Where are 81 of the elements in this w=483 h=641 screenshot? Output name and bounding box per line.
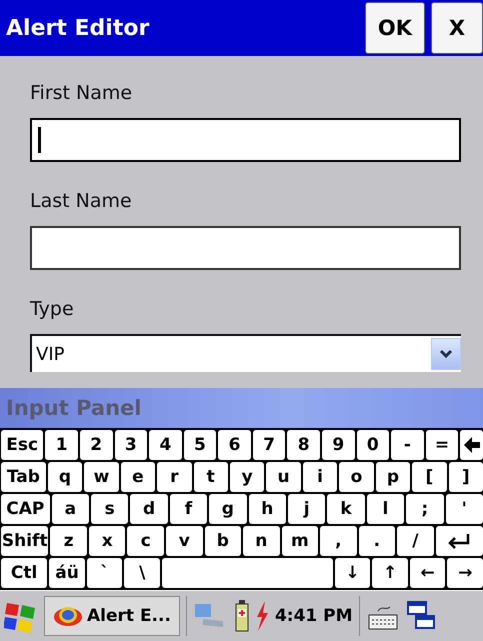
keyboard-key[interactable]: n xyxy=(243,526,280,556)
ok-button[interactable]: OK xyxy=(364,2,425,54)
keyboard-key[interactable]: e xyxy=(120,462,156,492)
keyboard-key[interactable]: ↓ xyxy=(334,558,370,588)
windows-icon[interactable] xyxy=(406,600,436,632)
keyboard-key[interactable]: i xyxy=(302,462,338,492)
keyboard-key[interactable]: j xyxy=(288,494,326,524)
dropdown-button[interactable] xyxy=(431,338,461,370)
keyboard-key[interactable]: p xyxy=(376,462,410,492)
keyboard-key[interactable]: 0 xyxy=(356,430,390,460)
keyboard-key[interactable]: r xyxy=(157,462,192,492)
field-label: First Name xyxy=(30,82,134,104)
chevron-down-icon xyxy=(439,349,453,359)
close-button[interactable]: X xyxy=(431,2,483,54)
keyboard-key[interactable]: o xyxy=(339,462,374,492)
keyboard-key[interactable]: d xyxy=(130,494,168,524)
keyboard-key[interactable]: . xyxy=(358,526,396,556)
keyboard-key[interactable]: \ xyxy=(124,558,160,588)
keyboard-key[interactable]: h xyxy=(248,494,286,524)
keyboard-key[interactable]: Tab xyxy=(1,462,46,492)
text-field[interactable] xyxy=(30,118,461,162)
keyboard-key[interactable]: → xyxy=(447,558,483,588)
keyboard-key[interactable]: 4 xyxy=(149,430,182,460)
keyboard-key[interactable]: = xyxy=(426,430,458,460)
keyboard-key[interactable]: [ xyxy=(412,462,447,492)
keyboard-key[interactable]: x xyxy=(88,526,126,556)
keyboard-key[interactable]: c xyxy=(127,526,164,556)
keyboard-key[interactable]: 7 xyxy=(252,430,286,460)
keyboard-key[interactable]: Esc xyxy=(1,430,44,460)
keyboard-key[interactable]: k xyxy=(327,494,365,524)
input-panel-title: Input Panel xyxy=(6,396,142,420)
keyboard-key[interactable]: 3 xyxy=(114,430,148,460)
field-label: Type xyxy=(30,298,75,320)
window-title: Alert Editor xyxy=(6,16,150,40)
keyboard-key[interactable]: ↑ xyxy=(372,558,408,588)
keyboard-key[interactable]: ] xyxy=(448,462,483,492)
keyboard-key[interactable]: Ctl xyxy=(1,558,48,588)
keyboard-key[interactable]: ← xyxy=(410,558,446,588)
taskbar-app-button[interactable]: Alert E... xyxy=(44,596,180,636)
keyboard-key[interactable]: 5 xyxy=(184,430,216,460)
keyboard-key[interactable]: f xyxy=(170,494,208,524)
keyboard-key[interactable]: , xyxy=(320,526,357,556)
keyboard-key[interactable]: m xyxy=(282,526,318,556)
left-arrow-icon xyxy=(462,436,481,454)
battery-icon[interactable] xyxy=(234,600,249,632)
clock-time[interactable]: 4:41 PM xyxy=(274,606,353,626)
keyboard-key[interactable]: u xyxy=(266,462,301,492)
keyboard-key[interactable]: 9 xyxy=(322,430,355,460)
backspace-key[interactable] xyxy=(460,430,483,460)
keyboard-key[interactable]: / xyxy=(397,526,434,556)
keyboard-key[interactable]: CAP xyxy=(1,494,50,524)
enter-arrow-icon xyxy=(447,533,472,549)
keyboard-key[interactable]: v xyxy=(166,526,203,556)
keyboard-key[interactable]: - xyxy=(391,430,424,460)
text-field[interactable] xyxy=(30,226,461,270)
keyboard-key[interactable]: z xyxy=(50,526,87,556)
keyboard-key[interactable]: ; xyxy=(406,494,444,524)
keyboard-key[interactable]: 2 xyxy=(80,430,112,460)
dropdown-value: VIP xyxy=(36,344,64,364)
text-cursor xyxy=(38,127,41,153)
keyboard-key[interactable]: áü xyxy=(49,558,85,588)
keyboard-key[interactable]: ' xyxy=(446,494,483,524)
keyboard-key[interactable]: s xyxy=(91,494,128,524)
lightning-bolt-icon[interactable] xyxy=(254,601,269,631)
keyboard-key[interactable]: w xyxy=(84,462,119,492)
keyboard-key[interactable]: t xyxy=(194,462,228,492)
keyboard-key[interactable]: l xyxy=(366,494,404,524)
app-logo-icon xyxy=(53,604,83,628)
keyboard-key[interactable]: 6 xyxy=(218,430,251,460)
keyboard-key[interactable]: b xyxy=(204,526,242,556)
enter-key[interactable] xyxy=(436,526,483,556)
keyboard-key[interactable]: y xyxy=(230,462,264,492)
keyboard-key[interactable]: a xyxy=(52,494,90,524)
keyboard-key[interactable]: 8 xyxy=(287,430,320,460)
keyboard-key[interactable]: ` xyxy=(86,558,122,588)
keyboard-key[interactable]: Shift xyxy=(1,526,48,556)
type-dropdown[interactable]: VIP xyxy=(30,334,461,372)
keyboard-key[interactable]: 1 xyxy=(45,430,78,460)
keyboard-key[interactable]: q xyxy=(48,462,82,492)
field-label: Last Name xyxy=(30,190,133,212)
keyboard-key[interactable]: g xyxy=(209,494,247,524)
